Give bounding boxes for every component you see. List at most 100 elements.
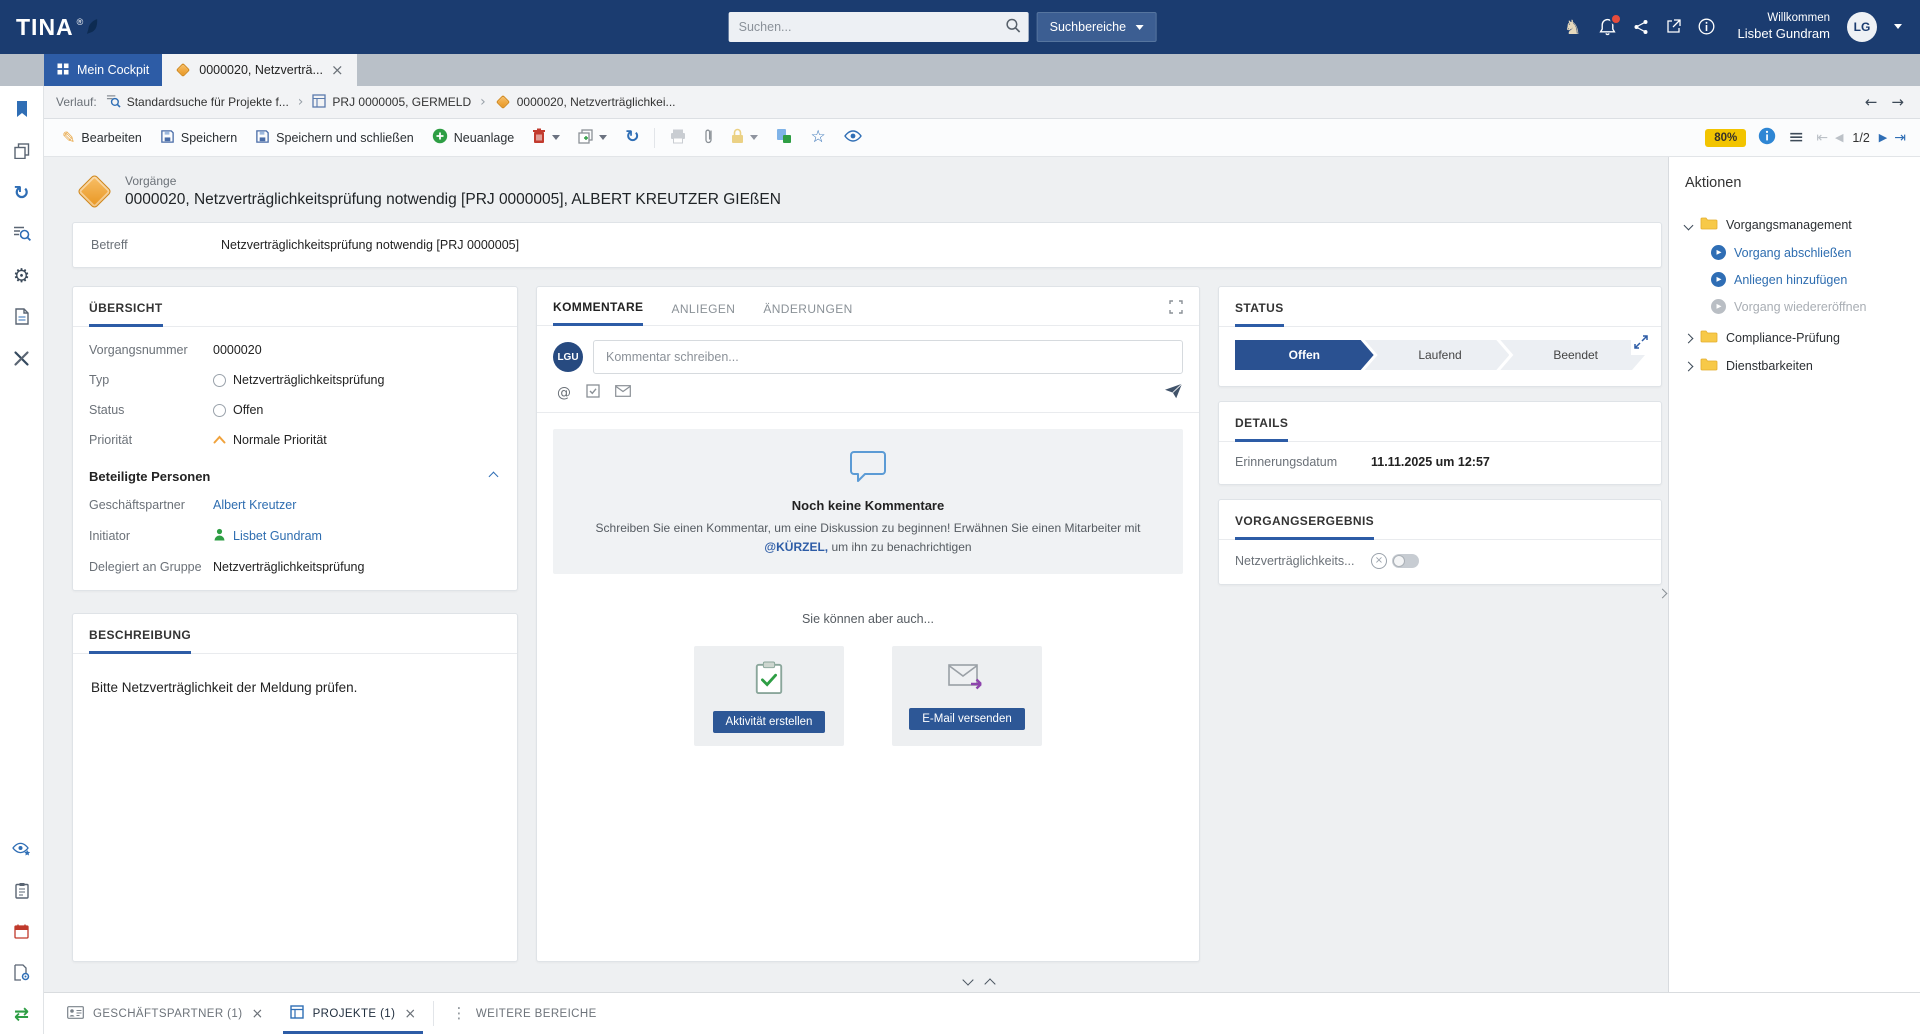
tree-group-label: Dienstbarkeiten <box>1726 359 1813 373</box>
close-tab-icon[interactable]: × <box>331 63 344 78</box>
breadcrumb-item-project[interactable]: PRJ 0000005, GERMELD <box>312 94 471 111</box>
kommentare-card: KOMMENTARE ANLIEGEN ÄNDERUNGEN <box>536 286 1200 962</box>
status-step-beendet[interactable]: Beendet <box>1500 340 1645 370</box>
breadcrumb-item-vorgang[interactable]: 0000020, Netzverträglichkei... <box>495 95 676 109</box>
delete-button[interactable] <box>524 123 568 152</box>
search-icon[interactable] <box>1006 18 1021 36</box>
tab-mein-cockpit[interactable]: Mein Cockpit <box>44 54 162 86</box>
record-main-area: Vorgänge 0000020, Netzverträglichkeitspr… <box>44 157 1668 992</box>
collapse-panel-handle[interactable] <box>1655 577 1669 609</box>
send-email-tile[interactable]: E-Mail versenden <box>892 646 1042 746</box>
print-button <box>662 124 694 152</box>
calendar-icon[interactable] <box>14 924 29 942</box>
open-external-icon[interactable] <box>1666 19 1681 34</box>
save-button[interactable]: Speichern <box>152 124 245 152</box>
send-email-button[interactable]: E-Mail versenden <box>909 708 1024 730</box>
related-records-button[interactable] <box>768 123 800 152</box>
next-record-icon[interactable]: ▶ <box>1879 132 1887 143</box>
history-back-icon[interactable]: ← <box>1865 95 1878 110</box>
copy-icon[interactable] <box>14 143 30 162</box>
new-record-button[interactable]: Neuanlage <box>424 123 522 152</box>
send-comment-icon[interactable] <box>1164 383 1183 402</box>
tab-aenderungen[interactable]: ÄNDERUNGEN <box>763 302 852 325</box>
refresh-button[interactable]: ↻ <box>617 124 647 151</box>
betreff-field-row: Betreff Netzverträglichkeitsprüfung notw… <box>72 222 1662 268</box>
tab-kommentare[interactable]: KOMMENTARE <box>553 300 643 326</box>
menu-icon[interactable]: ≡ <box>1788 128 1804 147</box>
close-tab-icon[interactable]: × <box>404 1007 416 1021</box>
chevron-right-icon[interactable] <box>1684 333 1694 343</box>
scroll-up-icon[interactable] <box>984 978 995 989</box>
zoom-level-badge[interactable]: 80% <box>1705 129 1746 147</box>
duplicate-button[interactable] <box>570 124 615 152</box>
comment-input[interactable] <box>593 340 1183 374</box>
watch-star-icon[interactable] <box>12 842 31 860</box>
initiator-link[interactable]: Lisbet Gundram <box>233 529 322 543</box>
chevron-down-icon[interactable] <box>1684 220 1694 230</box>
search-input[interactable] <box>739 20 1006 34</box>
last-record-icon[interactable]: ⇥ <box>1894 131 1906 145</box>
user-avatar[interactable]: LG <box>1847 12 1877 42</box>
search-list-icon[interactable] <box>13 225 31 245</box>
watch-button[interactable] <box>836 125 870 150</box>
breadcrumb-item-search[interactable]: Standardsuche für Projekte f... <box>106 94 289 111</box>
clear-value-icon[interactable]: × <box>1371 553 1387 569</box>
chevron-down-icon[interactable] <box>599 135 607 140</box>
search-field[interactable] <box>729 12 1029 42</box>
task-checkbox-icon[interactable] <box>586 384 600 401</box>
bottom-tab-projekte[interactable]: PROJEKTE (1) × <box>277 993 430 1034</box>
gear-icon[interactable]: ⚙ <box>13 267 30 286</box>
breadcrumb-label: Standardsuche für Projekte f... <box>127 95 289 109</box>
action-vorgang-abschliessen[interactable]: ▶ Vorgang abschließen <box>1711 239 1904 266</box>
attachment-button[interactable] <box>696 123 721 152</box>
result-toggle[interactable] <box>1392 554 1419 568</box>
search-scope-dropdown[interactable]: Suchbereiche <box>1037 12 1157 42</box>
clipboard-icon[interactable] <box>15 882 29 902</box>
chevron-right-icon[interactable] <box>1684 361 1694 371</box>
history-icon[interactable]: ↻ <box>14 184 30 203</box>
notifications-bell-icon[interactable] <box>1599 18 1616 36</box>
mention-at-icon[interactable]: @ <box>557 386 571 400</box>
share-icon[interactable] <box>1633 19 1649 35</box>
tree-group-vorgangsmanagement[interactable]: Vorgangsmanagement <box>1685 211 1904 239</box>
user-menu-chevron-icon[interactable] <box>1894 24 1902 29</box>
tab-vorgang[interactable]: 0000020, Netzverträ... × <box>162 54 356 86</box>
mail-icon[interactable] <box>615 385 631 400</box>
assistant-icon[interactable]: ♞ <box>1564 17 1582 37</box>
bottom-tab-geschaeftspartner[interactable]: GESCHÄFTSPARTNER (1) × <box>54 993 277 1034</box>
tree-group-dienstbarkeiten[interactable]: Dienstbarkeiten <box>1685 352 1904 380</box>
action-anliegen-hinzufuegen[interactable]: ▶ Anliegen hinzufügen <box>1711 266 1904 293</box>
status-step-offen[interactable]: Offen <box>1235 340 1374 370</box>
scroll-down-icon[interactable] <box>962 974 973 985</box>
document-gear-icon[interactable] <box>14 964 30 984</box>
info-circle-icon[interactable] <box>1758 127 1776 148</box>
tab-anliegen[interactable]: ANLIEGEN <box>671 302 735 325</box>
status-card: STATUS Offen Laufend Beendet <box>1218 286 1662 387</box>
document-icon[interactable] <box>15 308 29 328</box>
field-value: Netzverträglichkeitsprüfung <box>233 373 384 387</box>
tools-icon[interactable] <box>13 350 30 370</box>
history-forward-icon[interactable]: → <box>1891 95 1904 110</box>
info-icon[interactable] <box>1698 18 1715 35</box>
geschaeftspartner-link[interactable]: Albert Kreutzer <box>213 498 296 512</box>
fullscreen-icon[interactable] <box>1169 300 1183 325</box>
tree-group-compliance-pruefung[interactable]: Compliance-Prüfung <box>1685 324 1904 352</box>
chevron-down-icon[interactable] <box>552 135 560 140</box>
bookmark-icon[interactable] <box>15 100 29 121</box>
create-activity-button[interactable]: Aktivität erstellen <box>713 711 826 733</box>
empty-text-before: Schreiben Sie einen Kommentar, um eine D… <box>596 521 1141 535</box>
chevron-down-icon <box>750 135 758 140</box>
close-tab-icon[interactable]: × <box>251 1007 263 1021</box>
record-toolbar: ✎ Bearbeiten Speichern Speichern und sch… <box>44 119 1920 157</box>
create-activity-tile[interactable]: Aktivität erstellen <box>694 646 844 746</box>
folder-icon <box>1700 217 1718 233</box>
save-and-close-button[interactable]: Speichern und schließen <box>247 124 422 152</box>
favorite-button[interactable]: ☆ <box>802 124 833 151</box>
status-step-laufend[interactable]: Laufend <box>1365 340 1510 370</box>
sync-icon[interactable]: ⇄ <box>14 1006 29 1024</box>
edit-button[interactable]: ✎ Bearbeiten <box>54 125 150 151</box>
expand-status-icon[interactable] <box>1631 332 1651 355</box>
plus-circle-icon <box>432 128 448 147</box>
bottom-tab-weitere-bereiche[interactable]: ⋮ WEITERE BEREICHE <box>438 993 609 1034</box>
collapse-section-icon[interactable] <box>489 472 499 482</box>
